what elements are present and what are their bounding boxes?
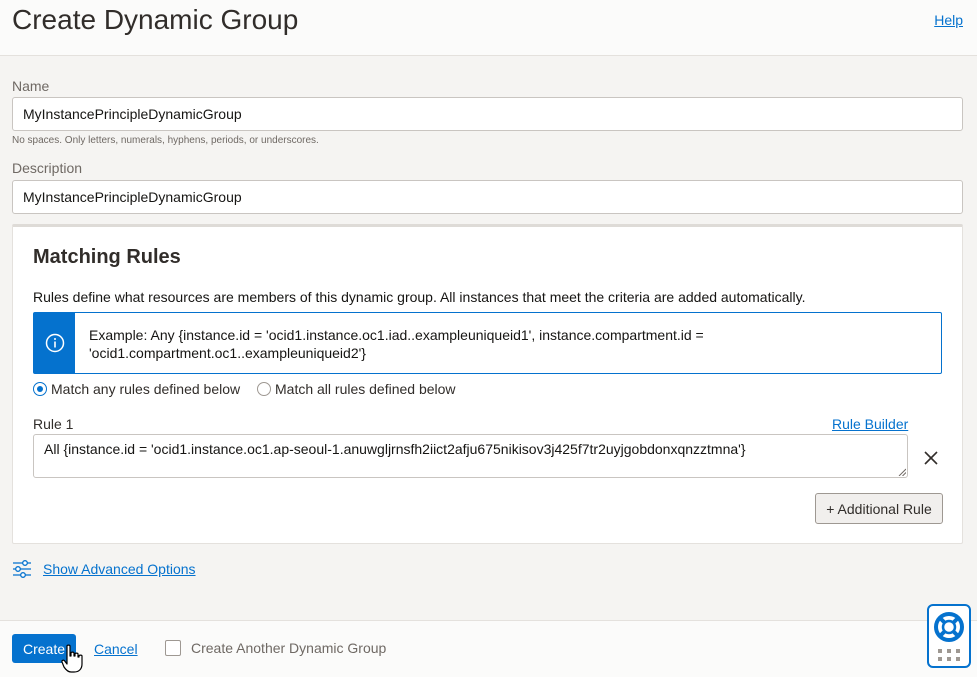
matching-rules-description: Rules define what resources are members …	[33, 289, 806, 305]
help-widget[interactable]	[927, 604, 971, 668]
example-info-box: Example: Any {instance.id = 'ocid1.insta…	[33, 312, 942, 374]
help-link[interactable]: Help	[934, 12, 963, 28]
additional-rule-button[interactable]: + Additional Rule	[815, 493, 943, 524]
description-input[interactable]	[12, 180, 963, 214]
grid-dots-icon	[938, 649, 960, 661]
hand-cursor-icon	[61, 644, 83, 673]
match-any-radio[interactable]: Match any rules defined below	[33, 381, 240, 397]
description-label: Description	[12, 160, 83, 176]
resize-grip-icon[interactable]	[898, 468, 906, 476]
sliders-icon	[13, 560, 31, 578]
rule-1-label: Rule 1	[33, 416, 74, 432]
match-all-radio[interactable]: Match all rules defined below	[257, 381, 456, 397]
example-line-1: Example: Any {instance.id = 'ocid1.insta…	[89, 327, 704, 343]
page-header: Create Dynamic Group Help	[0, 0, 977, 56]
match-all-label: Match all rules defined below	[275, 381, 456, 397]
name-hint: No spaces. Only letters, numerals, hyphe…	[12, 135, 319, 146]
rule-1-textarea[interactable]: All {instance.id = 'ocid1.instance.oc1.a…	[33, 434, 908, 478]
info-icon	[34, 313, 75, 373]
rule-builder-link[interactable]: Rule Builder	[832, 416, 908, 432]
page-footer: Create Cancel Create Another Dynamic Gro…	[0, 620, 977, 677]
advanced-options-toggle[interactable]: Show Advanced Options	[12, 559, 196, 579]
show-advanced-options-link[interactable]: Show Advanced Options	[43, 561, 196, 577]
name-label: Name	[12, 78, 50, 94]
name-input[interactable]	[12, 97, 963, 131]
example-text: Example: Any {instance.id = 'ocid1.insta…	[89, 326, 779, 362]
match-any-label: Match any rules defined below	[51, 381, 241, 397]
create-another-label: Create Another Dynamic Group	[191, 640, 387, 656]
matching-rules-title: Matching Rules	[33, 246, 181, 268]
example-line-2: 'ocid1.compartment.oc1..exampleuniqueid2…	[89, 345, 366, 361]
remove-rule-close-icon[interactable]	[922, 449, 940, 467]
cancel-link[interactable]: Cancel	[94, 641, 138, 657]
radio-unselected-indicator[interactable]	[257, 382, 271, 396]
matching-rules-panel: Matching Rules Rules define what resourc…	[12, 224, 963, 544]
radio-selected-indicator[interactable]	[33, 382, 47, 396]
create-another-checkbox[interactable]	[165, 640, 181, 656]
page-title: Create Dynamic Group	[12, 4, 299, 35]
lifebuoy-icon	[934, 612, 964, 642]
